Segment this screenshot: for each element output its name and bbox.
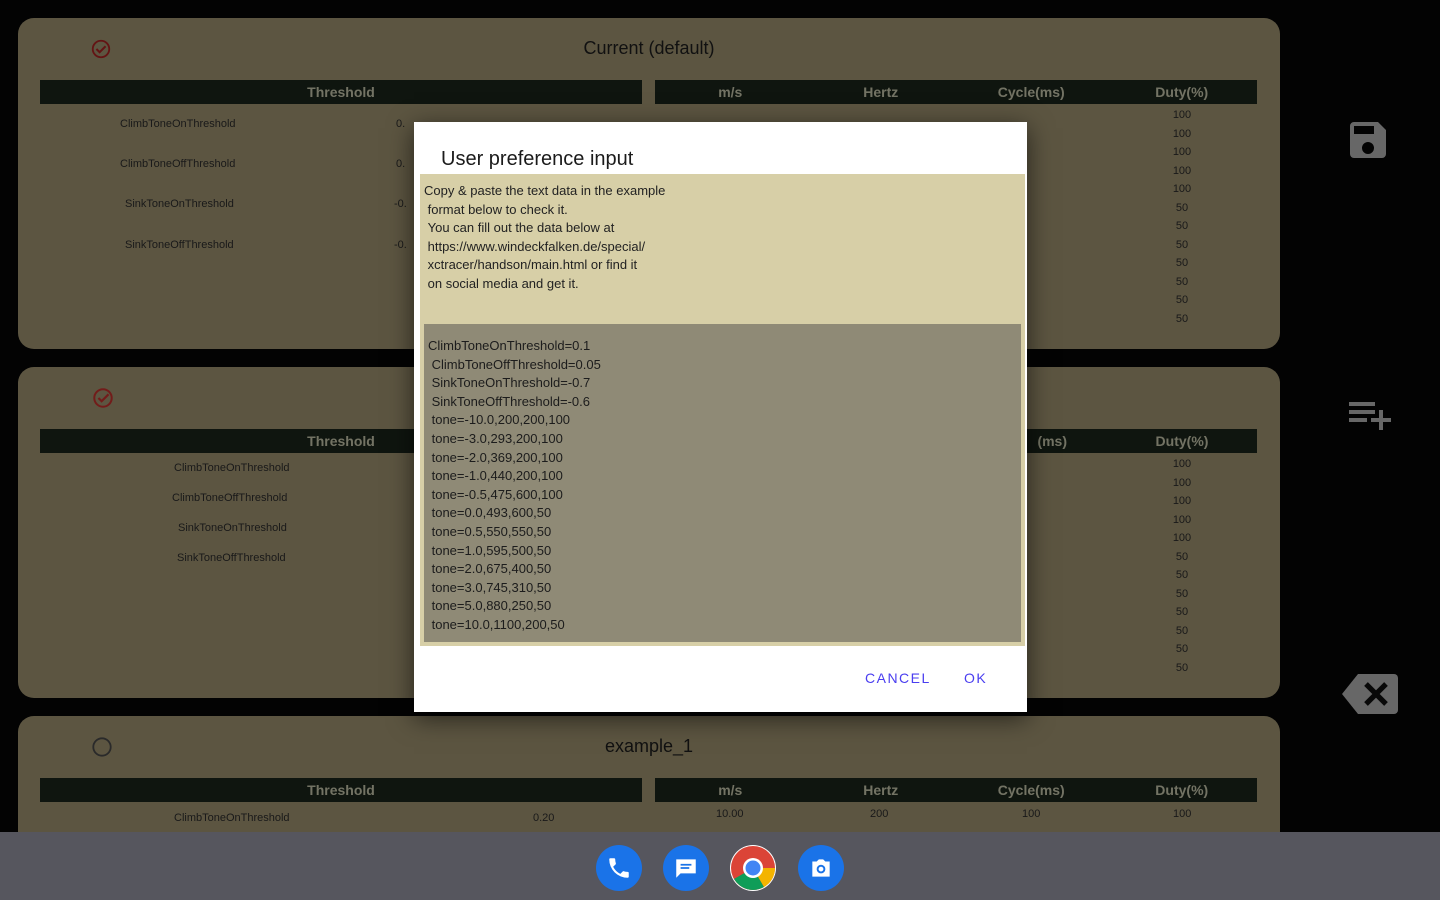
dialog-title: User preference input (441, 148, 634, 170)
chrome-icon[interactable] (730, 845, 776, 891)
user-preference-dialog: User preference input Copy & paste the t… (414, 122, 1027, 712)
system-dock (0, 832, 1440, 900)
phone-icon[interactable] (596, 845, 642, 891)
preference-text-input[interactable]: ClimbToneOnThreshold=0.1 ClimbToneOffThr… (424, 324, 1021, 642)
messages-icon[interactable] (663, 845, 709, 891)
app-screen: Current (default) Threshold m/s Hertz Cy… (0, 0, 1440, 900)
preference-input-container: ClimbToneOnThreshold=0.1 ClimbToneOffThr… (420, 324, 1025, 646)
ok-button[interactable]: OK (964, 670, 987, 686)
camera-icon[interactable] (798, 845, 844, 891)
cancel-button[interactable]: CANCEL (865, 670, 931, 686)
dialog-info-text: Copy & paste the text data in the exampl… (420, 174, 1025, 324)
